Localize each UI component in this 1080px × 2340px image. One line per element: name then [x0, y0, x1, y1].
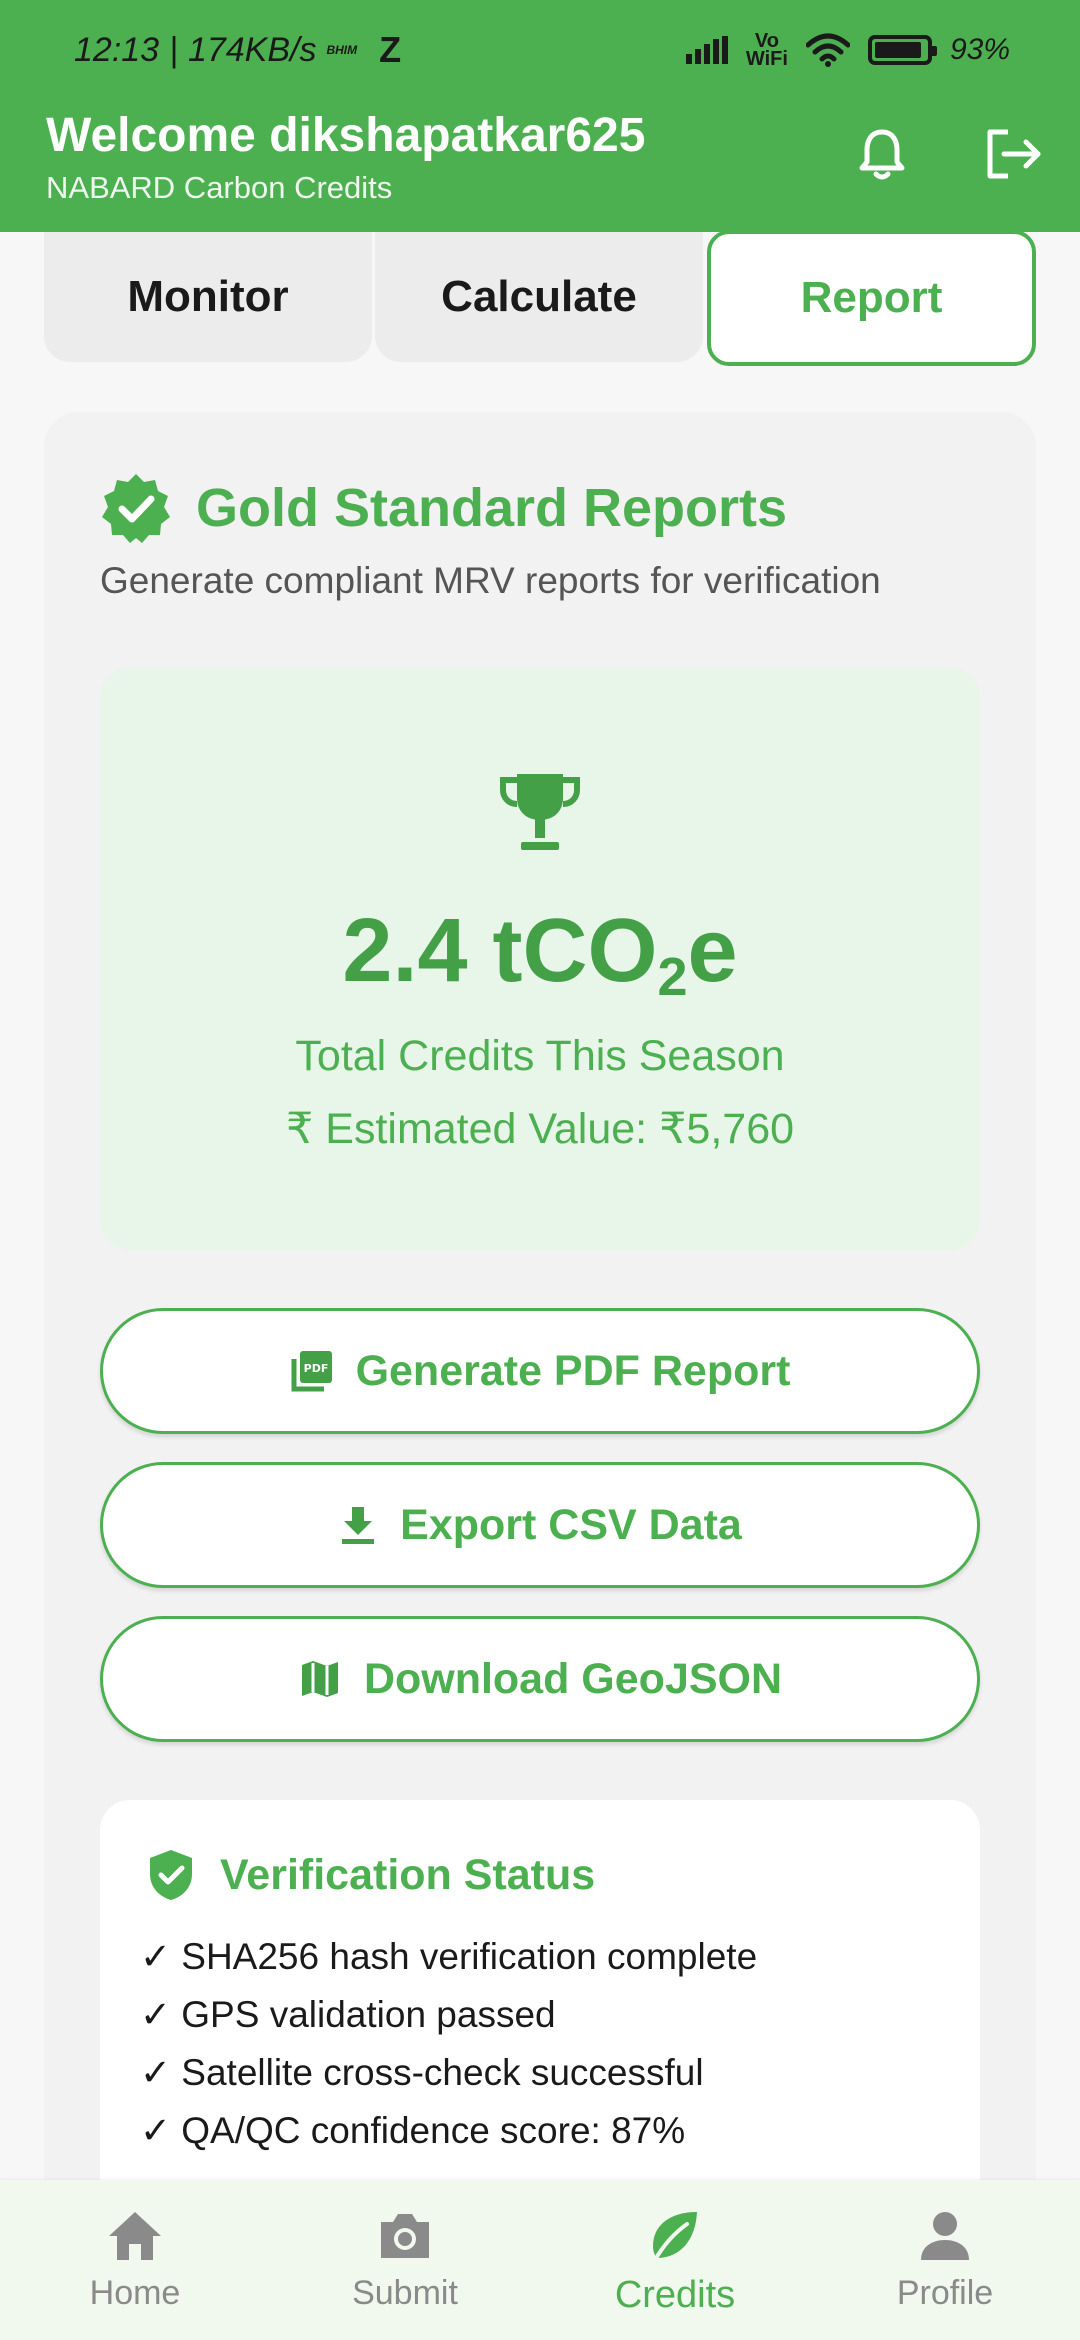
nav-submit[interactable]: Submit — [270, 2180, 540, 2340]
shield-check-icon — [150, 1850, 192, 1900]
logout-button[interactable] — [982, 124, 1046, 184]
status-bar: 12:13 | 174KB/s BHIM Z Vo WiFi 93% — [0, 0, 1080, 100]
download-geojson-label: Download GeoJSON — [363, 1654, 783, 1703]
status-time: 12:13 — [74, 30, 160, 69]
vowifi-icon: Vo WiFi — [745, 31, 788, 70]
credit-value-suffix: e — [687, 901, 738, 1001]
nav-submit-label: Submit — [352, 2274, 458, 2312]
report-description: Generate compliant MRV reports for verif… — [100, 560, 881, 601]
welcome-text: Welcome dikshapatkar625 — [46, 109, 646, 162]
notifications-button[interactable] — [852, 124, 912, 184]
nav-credits[interactable]: Credits — [540, 2180, 810, 2340]
verification-list: ✓ SHA256 hash verification complete ✓ GP… — [140, 1928, 757, 2160]
battery-level: 93% — [949, 33, 1010, 66]
nav-home[interactable]: Home — [0, 2180, 270, 2340]
generate-pdf-button[interactable]: PDF Generate PDF Report — [100, 1308, 980, 1434]
download-icon — [342, 1507, 375, 1544]
logout-icon — [987, 129, 1041, 179]
credit-label: Total Credits This Season — [295, 1032, 785, 1080]
verification-item: ✓ SHA256 hash verification complete — [140, 1936, 758, 1977]
map-icon — [301, 1661, 338, 1697]
credit-value: 2.4 tCO2e — [100, 900, 980, 1008]
credit-value-main: 2.4 tCO — [342, 901, 658, 1001]
bell-icon — [859, 129, 905, 180]
verification-title-row: Verification Status — [146, 1848, 595, 1902]
estimated-value: ₹ Estimated Value: ₹5,760 — [285, 1105, 795, 1153]
status-left: 12:13 | 174KB/s BHIM Z — [74, 29, 401, 71]
pdf-icon: PDF — [291, 1351, 332, 1392]
download-geojson-button[interactable]: Download GeoJSON — [100, 1616, 980, 1742]
app-header: 12:13 | 174KB/s BHIM Z Vo WiFi 93% Welco… — [0, 0, 1080, 232]
credit-value-subscript: 2 — [657, 947, 688, 1007]
verification-item: ✓ QA/QC confidence score: 87% — [140, 2110, 686, 2151]
bottom-navigation: Home Submit Credits Profile — [0, 2180, 1080, 2340]
person-icon — [921, 2212, 969, 2260]
battery-icon — [867, 35, 937, 65]
verification-item: ✓ GPS validation passed — [140, 1994, 556, 2035]
nav-home-label: Home — [89, 2274, 181, 2312]
status-app-icon: Z — [379, 29, 402, 70]
verification-title: Verification Status — [220, 1850, 596, 1899]
app-subtitle: NABARD Carbon Credits — [46, 170, 393, 205]
tab-report[interactable]: Report — [707, 230, 1036, 366]
svg-text:PDF: PDF — [303, 1362, 328, 1375]
status-speed: 174KB/s — [187, 30, 317, 69]
wifi-icon — [805, 33, 850, 67]
export-csv-label: Export CSV Data — [400, 1500, 742, 1549]
tab-calculate[interactable]: Calculate — [375, 232, 703, 362]
status-carrier-mark: BHIM — [326, 43, 358, 57]
nav-credits-label: Credits — [614, 2274, 736, 2316]
camera-icon — [381, 2214, 429, 2258]
nav-profile[interactable]: Profile — [810, 2180, 1080, 2340]
trophy-icon — [500, 774, 580, 850]
vowifi-bottom: WiFi — [745, 48, 788, 70]
status-right: Vo WiFi 93% — [685, 31, 1010, 70]
section-tabs: Monitor Calculate Report — [44, 230, 1036, 366]
status-separator: | — [169, 30, 178, 69]
generate-pdf-label: Generate PDF Report — [355, 1346, 791, 1395]
verification-item: ✓ Satellite cross-check successful — [140, 2052, 704, 2093]
nav-profile-label: Profile — [896, 2274, 994, 2312]
tab-monitor[interactable]: Monitor — [44, 232, 372, 362]
report-title-row: Gold Standard Reports — [100, 472, 787, 544]
export-csv-button[interactable]: Export CSV Data — [100, 1462, 980, 1588]
report-title: Gold Standard Reports — [196, 478, 788, 538]
verified-badge-icon — [102, 474, 170, 543]
signal-icon — [685, 36, 728, 64]
home-icon — [109, 2212, 161, 2260]
leaf-icon — [653, 2212, 697, 2262]
